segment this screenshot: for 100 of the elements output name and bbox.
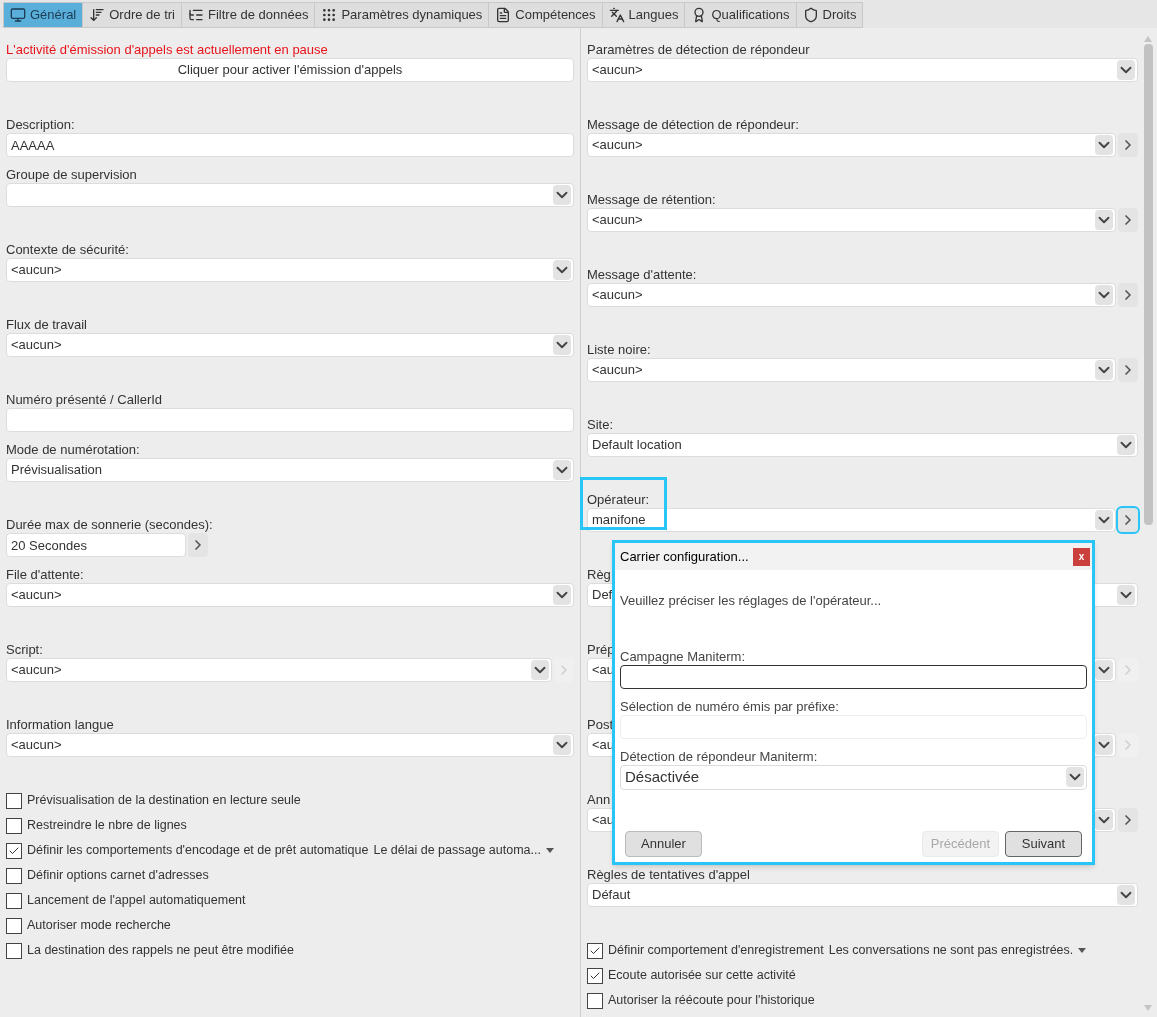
dialog-button[interactable]: Annuler: [625, 831, 702, 857]
field-label: Script:: [6, 642, 43, 657]
dropdown[interactable]: <aucun>: [587, 358, 1116, 382]
field-label: Ann: [587, 792, 611, 807]
field-label: File d'attente:: [6, 567, 84, 582]
checkbox[interactable]: [6, 867, 22, 884]
next-button[interactable]: [1118, 133, 1138, 157]
tab[interactable]: Droits: [795, 2, 864, 28]
field-label: Groupe de supervision: [6, 167, 137, 182]
sort-list-icon: [89, 7, 106, 23]
tab[interactable]: Paramètres dynamiques: [314, 2, 490, 28]
field-label: Mode de numérotation:: [6, 442, 140, 457]
tab[interactable]: Ordre de tri: [82, 2, 182, 28]
dropdown[interactable]: <aucun>: [6, 583, 574, 607]
chevron-down-icon: [553, 735, 571, 755]
close-button[interactable]: x: [1073, 547, 1090, 566]
field-label: Message d'attente:: [587, 267, 697, 282]
dropdown[interactable]: <aucun>: [587, 133, 1116, 157]
dropdown[interactable]: Default location: [587, 433, 1138, 457]
checkbox[interactable]: [6, 842, 22, 859]
dropdown[interactable]: Prévisualisation: [6, 458, 574, 482]
dropdown[interactable]: Défaut: [587, 883, 1138, 907]
checkbox-label: Prévisualisation de la destination en lecture seule: [27, 792, 301, 810]
field-label: Message de rétention:: [587, 192, 716, 207]
field-label: Message de détection de répondeur:: [587, 117, 799, 132]
field-label: Contexte de sécurité:: [6, 242, 129, 257]
field-label: Détection de répondeur Maniterm:: [620, 748, 818, 764]
caret-down-icon: [1078, 948, 1087, 953]
status-message: L'activité d'émission d'appels est actuellement en pause: [6, 42, 328, 57]
checkbox[interactable]: [6, 917, 22, 934]
monitor-icon: [10, 7, 26, 23]
caret-down-icon: [545, 848, 554, 853]
document-icon: [495, 7, 512, 23]
tab[interactable]: Langues: [601, 2, 686, 28]
dropdown[interactable]: <aucun>: [587, 208, 1116, 232]
field-label: Post: [587, 717, 613, 732]
next-button[interactable]: [1118, 508, 1138, 532]
text-field[interactable]: AAAAA: [6, 133, 574, 157]
scroll-down-icon: [1144, 1005, 1152, 1011]
dropdown[interactable]: <aucun>: [6, 258, 574, 282]
field-label: Numéro présenté / CallerId: [6, 392, 163, 407]
chevron-down-icon: [553, 185, 571, 205]
tab[interactable]: Général: [3, 2, 84, 28]
shield-icon: [802, 7, 819, 23]
dialog-button[interactable]: Suivant: [1005, 831, 1082, 857]
field-label: Campagne Maniterm:: [620, 648, 745, 664]
next-button[interactable]: [188, 533, 208, 557]
next-button[interactable]: [1118, 208, 1138, 232]
text-field[interactable]: 20 Secondes: [6, 533, 186, 557]
field-label: Flux de travail: [6, 317, 87, 332]
field-label: Règ: [587, 567, 611, 582]
checkbox-label: La destination des rappels ne peut être modifiée: [27, 942, 294, 960]
chevron-down-icon: [1117, 885, 1135, 905]
next-button[interactable]: [1118, 283, 1138, 307]
checkbox[interactable]: [6, 942, 22, 959]
checkbox-label: Restreindre le nbre de lignes: [27, 817, 187, 835]
checkbox[interactable]: [6, 817, 22, 834]
tab[interactable]: Filtre de données: [181, 2, 316, 28]
dropdown[interactable]: <aucun>: [587, 58, 1138, 82]
dropdown[interactable]: Désactivée: [620, 764, 1087, 790]
next-button[interactable]: [1118, 358, 1138, 382]
field-label: Règles de tentatives d'appel: [587, 867, 750, 882]
checkbox-label: Autoriser mode recherche: [27, 917, 171, 935]
checkbox-label: Définir options carnet d'adresses: [27, 867, 209, 885]
chevron-down-icon: [1066, 767, 1084, 787]
option-summary: Les conversations ne sont pas enregistrées.: [828, 942, 1074, 960]
translate-icon: [608, 7, 625, 23]
chevron-down-icon: [1117, 435, 1135, 455]
checkbox[interactable]: [6, 892, 22, 909]
next-button[interactable]: [1118, 808, 1138, 832]
field-label: Sélection de numéro émis par préfixe:: [620, 698, 839, 714]
chevron-down-icon: [531, 660, 549, 680]
chevron-down-icon: [553, 585, 571, 605]
dropdown[interactable]: <aucun>: [6, 733, 574, 757]
field-label: Description:: [6, 117, 75, 132]
dropdown[interactable]: <aucun>: [6, 658, 552, 682]
scroll-thumb[interactable]: [1143, 44, 1153, 525]
chevron-down-icon: [553, 460, 571, 480]
chevron-down-icon: [1095, 135, 1113, 155]
dialog-message: Veuillez préciser les réglages de l'opérateur...: [620, 592, 882, 610]
checkbox[interactable]: [587, 992, 603, 1009]
checkbox-label: Ecoute autorisée sur cette activité: [608, 967, 796, 985]
dropdown[interactable]: manifone: [587, 508, 1116, 532]
checkbox[interactable]: [587, 967, 603, 984]
dots-grid-icon: [321, 7, 338, 23]
dropdown[interactable]: [6, 183, 574, 207]
dialog-title: Carrier configuration...: [620, 547, 749, 566]
chevron-down-icon: [553, 335, 571, 355]
chevron-down-icon: [1117, 60, 1135, 80]
field-label: Information langue: [6, 717, 114, 732]
text-field[interactable]: [620, 664, 1087, 689]
checkbox[interactable]: [587, 942, 603, 959]
tab[interactable]: Compétences: [488, 2, 603, 28]
dropdown[interactable]: <aucun>: [6, 333, 574, 357]
tab[interactable]: Qualifications: [684, 2, 797, 28]
activate-button[interactable]: Cliquer pour activer l'émission d'appels: [6, 58, 574, 82]
tree-list-icon: [188, 7, 204, 23]
field-label: Liste noire:: [587, 342, 651, 357]
dropdown[interactable]: <aucun>: [587, 283, 1116, 307]
checkbox[interactable]: [6, 792, 22, 809]
